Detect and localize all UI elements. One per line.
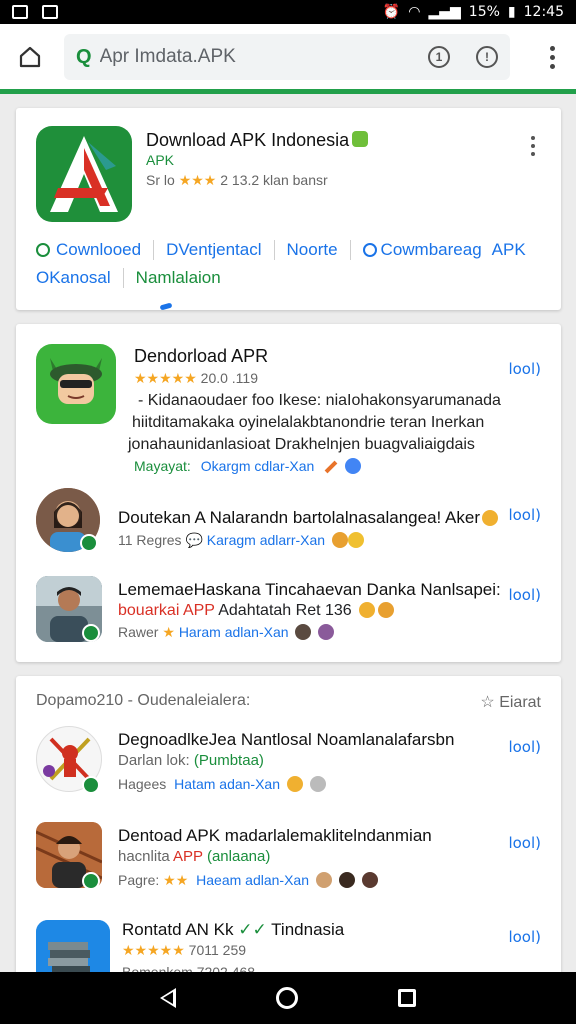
page-load-progress [0,89,576,94]
app-icon-books[interactable] [36,920,110,976]
divider [122,268,124,288]
app-subtitle: APK [146,152,175,168]
back-icon[interactable] [160,988,176,1008]
verified-badge [82,776,100,794]
download-button[interactable]: lool) [508,360,541,378]
item-subtitle: Darlan lok: (Pumbtaa) [118,752,264,769]
screenshot-notification-icon [12,5,28,19]
share-icon [362,243,377,257]
app-list-card: Dendorload APR ★★★★★ 20.0 .119 - Kidanao… [16,324,561,662]
check-icon: ✓✓ [238,920,267,939]
action-row-1: Cownlooed DVentjentacl Noorte Cowmbareag… [36,240,526,260]
emoji-icon [359,602,376,618]
download-button[interactable]: lool) [508,586,541,604]
home-icon [19,46,41,68]
coin-icon [347,532,364,548]
wifi-icon: ◠ [408,4,421,20]
app-description-line-2: hiitditamakaka oyinelalakbtanondrie tera… [132,414,485,431]
download-button[interactable]: lool) [508,834,541,852]
download-button[interactable]: lool) [508,738,541,756]
tab-switcher-icon[interactable]: 1 [428,46,450,68]
home-button[interactable] [12,39,48,75]
app-description-line-1: - Kidanaoudaer foo Ikese: niaIohakonsyar… [138,392,501,409]
address-bar[interactable]: Q Apr Imdata.APK 1 ! [64,34,510,80]
item-title[interactable]: Doutekan A Nalarandn bartolalnasalangea!… [118,508,480,528]
image-notification-icon [42,5,58,19]
coin-icon [331,532,348,548]
app-more-button[interactable] [531,136,535,156]
item-meta: Rawer ★ Haram adlan-Xan [118,624,335,641]
verified-badge [80,534,98,552]
app-rating-row: Sr lo ★★★ 2 13.2 klan bansr [146,172,328,188]
item-title[interactable]: LememaeHaskana Tincahaevan Danka Nanlsap… [118,580,501,600]
section-header: Dopamo210 - Oudenaleialera: [36,692,251,709]
download-icon [36,243,50,257]
item-title[interactable]: Dentoad APK madarlalemaklitelndanmian [118,826,432,846]
emoji-icon [286,776,303,792]
item-subtitle: bouarkai APP Adahtatah Ret 136 [118,602,394,620]
divider [273,240,275,260]
clock: 12:45 [523,4,564,20]
mini-avatar [338,872,355,888]
download-button[interactable]: lool) [508,928,541,946]
recents-icon[interactable] [398,989,416,1007]
battery-percent: 15% [468,4,500,20]
app-logo [36,126,132,222]
alarm-icon: ⏰ [382,4,401,20]
info-icon [309,776,326,792]
download-button[interactable]: lool) [508,506,541,524]
item-title[interactable]: Rontatd AN Kk ✓✓ Tindnasia [122,920,344,940]
action-dventjentacl[interactable]: DVentjentacl [166,240,261,260]
comment-icon: 💬 [185,532,203,548]
system-nav-bar [0,972,576,1024]
app-rating: ★★★★★ 20.0 .119 [134,370,259,386]
app-title: Download APK Indonesia [146,130,350,150]
app-header-card: Download APK Indonesia APK Sr lo ★★★ 2 1… [16,108,561,311]
active-tab-indicator [159,302,173,311]
action-namlalaion[interactable]: Namlalaion [136,268,221,288]
url-text[interactable]: Apr Imdata.APK [100,46,402,68]
mini-avatar [315,872,332,888]
verified-icon [352,131,368,147]
battery-icon: ▮ [507,4,516,20]
item-rating: ★★★★★ 7011 259 [122,942,247,958]
verified-badge [82,872,100,890]
divider [153,240,155,260]
status-bar: ⏰ ◠ ▂▄▆ 15% ▮ 12:45 [0,0,576,24]
app-title[interactable]: Dendorload APR [134,346,268,367]
star-outline-icon: ☆ [480,694,495,711]
action-row-2: OKanosal Namlalaion [36,268,221,288]
search-icon: Q [76,45,92,68]
overflow-menu-button[interactable] [540,45,564,69]
divider [349,240,351,260]
app-description-line-3: jonahaunidanlasioat Drakhelnjen buagvali… [128,436,475,453]
action-apk[interactable]: APK [492,240,526,260]
action-cownlooed[interactable]: Cownlooed [56,240,141,260]
pencil-icon [324,460,338,474]
blue-dot-icon [345,458,362,474]
related-apps-card: Dopamo210 - Oudenaleialera: ☆ Eiarat Deg… [16,676,561,976]
item-meta: Pagre: ★★ Haeam adlan-Xan [118,872,378,889]
browser-toolbar: Q Apr Imdata.APK 1 ! [0,24,576,90]
signal-icon: ▂▄▆ [428,4,461,20]
action-cowmbareag[interactable]: Cowmbareag [381,240,482,260]
cartoon-app-icon[interactable] [36,344,116,424]
app-tags: Mayayat: Okargm cdlar-Xan [134,458,362,474]
mini-avatar [295,624,312,640]
home-circle-icon[interactable] [276,987,298,1009]
info-icon[interactable]: ! [476,46,498,68]
see-more-button[interactable]: ☆ Eiarat [480,692,541,712]
mini-avatar [361,872,378,888]
item-meta: 11 Regres 💬 Karagm adlarr-Xan [118,532,364,549]
action-okanosal[interactable]: OKanosal [36,268,111,288]
emoji-icon [377,602,394,618]
item-subtitle: hacnlita APP (anlaana) [118,848,271,865]
mini-avatar [318,624,335,640]
verified-badge [82,624,100,642]
item-title[interactable]: DegnoadlkeJea Nantlosal Noamlanalafarsbn [118,730,454,750]
action-noorte[interactable]: Noorte [287,240,338,260]
item-meta: Hagees Hatam adan-Xan [118,776,326,792]
emoji-icon [482,510,498,526]
